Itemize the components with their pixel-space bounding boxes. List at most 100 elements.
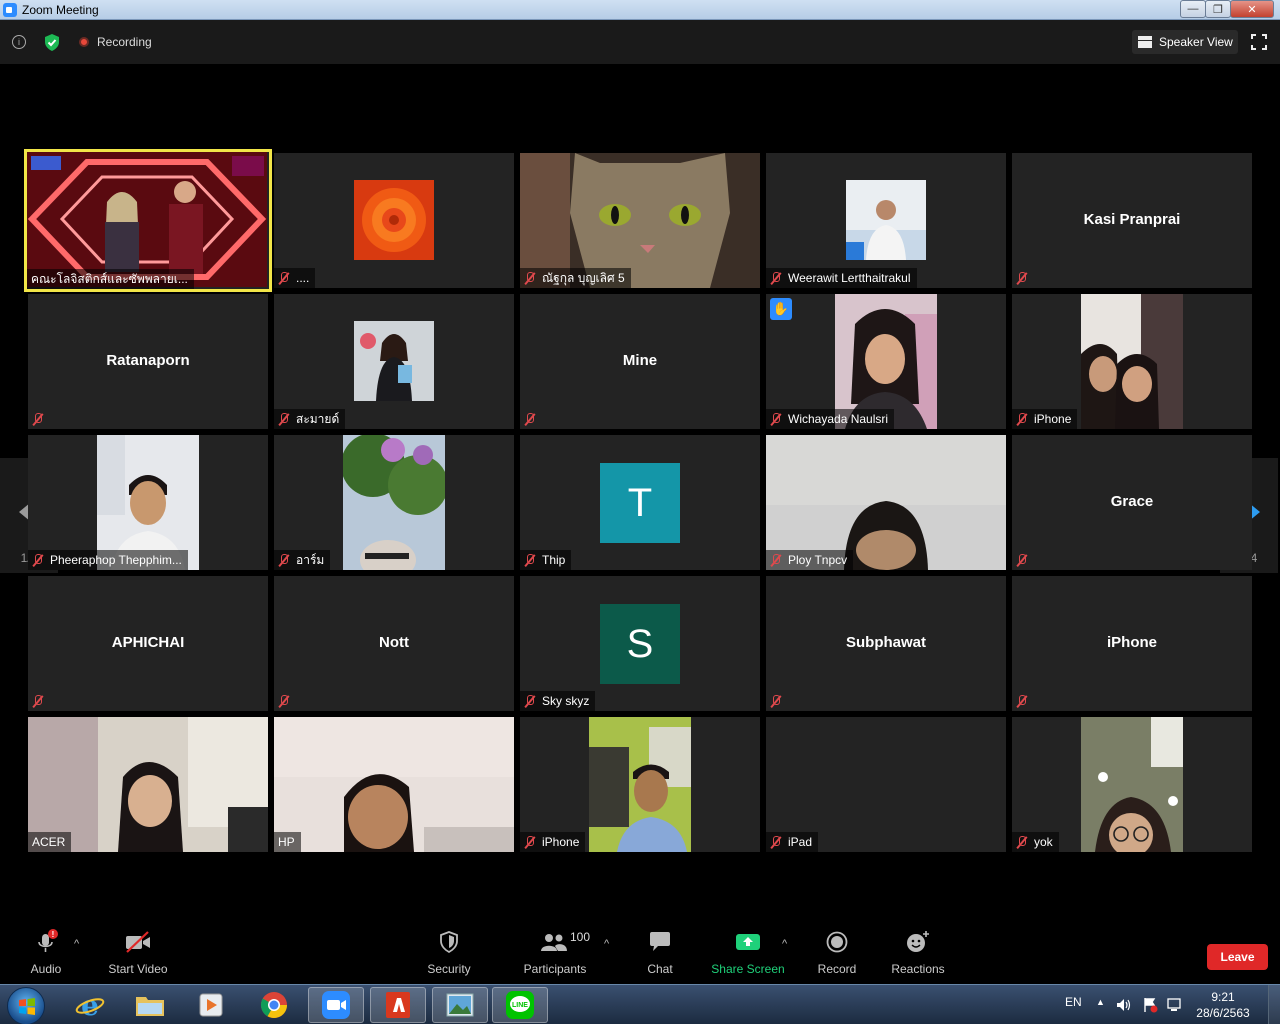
reactions-button[interactable]: Reactions bbox=[888, 928, 948, 976]
participant-tile[interactable]: Pheeraphop Thepphim... bbox=[28, 435, 268, 570]
volume-icon[interactable] bbox=[1116, 997, 1132, 1013]
participant-name: Sky skyz bbox=[542, 694, 590, 708]
participant-tile[interactable]: คณะโลจิสติกส์และซัพพลายเ... bbox=[24, 149, 272, 292]
participant-label bbox=[274, 691, 302, 711]
participant-label: .... bbox=[274, 268, 316, 288]
taskbar-file-explorer[interactable] bbox=[122, 987, 178, 1023]
start-button[interactable] bbox=[7, 987, 45, 1024]
participant-tile[interactable]: อาร์ม bbox=[274, 435, 514, 570]
close-button[interactable]: ✕ bbox=[1230, 0, 1274, 18]
muted-microphone-icon bbox=[524, 835, 536, 849]
network-icon[interactable] bbox=[1166, 997, 1182, 1013]
participant-name-display: Nott bbox=[379, 634, 409, 651]
participant-tile[interactable]: APHICHAI bbox=[28, 576, 268, 711]
participant-name-display: iPhone bbox=[1106, 634, 1157, 651]
folder-icon bbox=[136, 997, 164, 1016]
record-button[interactable]: Record bbox=[814, 928, 860, 976]
minimize-button[interactable]: — bbox=[1180, 0, 1206, 18]
participant-tile[interactable]: Kasi Pranprai bbox=[1012, 153, 1252, 288]
participant-tile[interactable]: HP bbox=[274, 717, 514, 852]
profile-photo-woman bbox=[354, 321, 434, 401]
show-desktop-button[interactable] bbox=[1268, 985, 1280, 1024]
participant-tile[interactable]: Grace bbox=[1012, 435, 1252, 570]
taskbar-media-player[interactable] bbox=[183, 987, 239, 1023]
audio-button[interactable]: ! Audio bbox=[26, 928, 66, 976]
windows-taskbar: e LINE EN ▲ 9:21 28/6/2563 bbox=[0, 984, 1280, 1024]
participant-tile[interactable]: T Thip bbox=[520, 435, 760, 570]
window-title: Zoom Meeting bbox=[22, 3, 99, 17]
participant-tile[interactable]: ณัฐกุล บุญเลิศ 5 bbox=[520, 153, 760, 288]
participant-tile[interactable]: .... bbox=[274, 153, 514, 288]
participant-tile[interactable]: iPhone bbox=[520, 717, 760, 852]
participant-tile[interactable]: Weerawit Lertthaitrakul bbox=[766, 153, 1006, 288]
security-shield-icon bbox=[440, 931, 458, 953]
window-controls: — ❐ ✕ bbox=[1180, 0, 1274, 18]
start-video-button[interactable]: Start Video bbox=[106, 928, 170, 976]
fullscreen-icon[interactable] bbox=[1251, 34, 1267, 50]
security-button[interactable]: Security bbox=[423, 928, 475, 976]
video-off-icon bbox=[126, 931, 150, 953]
muted-microphone-icon bbox=[32, 694, 44, 708]
muted-microphone-icon bbox=[770, 553, 782, 567]
muted-microphone-icon bbox=[524, 694, 536, 708]
participant-tile[interactable]: Mine bbox=[520, 294, 760, 429]
maximize-button[interactable]: ❐ bbox=[1205, 0, 1231, 18]
participant-name: Thip bbox=[542, 553, 566, 567]
taskbar-clock[interactable]: 9:21 28/6/2563 bbox=[1188, 989, 1258, 1021]
participant-tile[interactable]: Ploy Tnpcv bbox=[766, 435, 1006, 570]
participant-tile[interactable]: Nott bbox=[274, 576, 514, 711]
action-center-flag-icon[interactable] bbox=[1142, 997, 1158, 1013]
encryption-shield-icon[interactable] bbox=[44, 34, 60, 51]
participant-label: iPhone bbox=[520, 832, 586, 852]
participants-options-caret-icon[interactable]: ^ bbox=[604, 938, 609, 950]
clock-time: 9:21 bbox=[1211, 990, 1235, 1004]
participant-name: Weerawit Lertthaitrakul bbox=[788, 271, 911, 285]
participant-tile[interactable]: Ratanaporn bbox=[28, 294, 268, 429]
chat-button[interactable]: Chat bbox=[640, 928, 680, 976]
participant-label bbox=[1012, 268, 1040, 288]
input-language[interactable]: EN bbox=[1065, 995, 1082, 1009]
participant-name: อาร์ม bbox=[296, 553, 325, 567]
camera-video-feed bbox=[1081, 294, 1183, 429]
info-icon[interactable]: i bbox=[12, 35, 26, 49]
participant-label bbox=[766, 691, 794, 711]
muted-microphone-icon bbox=[524, 553, 536, 567]
muted-microphone-icon bbox=[1016, 271, 1028, 285]
participant-label: อาร์ม bbox=[274, 550, 331, 570]
participant-tile[interactable]: S Sky skyz bbox=[520, 576, 760, 711]
chrome-icon bbox=[260, 992, 288, 1019]
participant-name: yok bbox=[1034, 835, 1053, 849]
show-hidden-icons-icon[interactable]: ▲ bbox=[1096, 997, 1105, 1007]
taskbar-chrome[interactable] bbox=[246, 987, 302, 1023]
audio-options-caret-icon[interactable]: ^ bbox=[74, 938, 79, 950]
reactions-smiley-icon bbox=[907, 931, 929, 952]
participant-tile[interactable]: สะมายด์ bbox=[274, 294, 514, 429]
windows-logo-icon bbox=[19, 998, 35, 1015]
leave-meeting-button[interactable]: Leave bbox=[1207, 944, 1268, 970]
taskbar-photo-viewer[interactable] bbox=[432, 987, 488, 1023]
participant-tile[interactable]: iPhone bbox=[1012, 294, 1252, 429]
share-options-caret-icon[interactable]: ^ bbox=[782, 938, 787, 950]
participant-name: Pheeraphop Thepphim... bbox=[50, 553, 182, 567]
participant-tile[interactable]: Subphawat bbox=[766, 576, 1006, 711]
muted-microphone-icon bbox=[1016, 694, 1028, 708]
taskbar-internet-explorer[interactable]: e bbox=[62, 987, 118, 1023]
participant-tile[interactable]: iPad bbox=[766, 717, 1006, 852]
speaker-view-button[interactable]: Speaker View bbox=[1132, 30, 1238, 54]
share-screen-button[interactable]: Share Screen bbox=[710, 928, 786, 976]
speaker-view-label: Speaker View bbox=[1159, 35, 1233, 49]
participant-tile[interactable]: ✋ Wichayada Naulsri bbox=[766, 294, 1006, 429]
taskbar-zoom[interactable] bbox=[308, 987, 364, 1023]
start-video-label: Start Video bbox=[108, 962, 168, 976]
taskbar-line[interactable]: LINE bbox=[492, 987, 548, 1023]
participant-tile[interactable]: yok bbox=[1012, 717, 1252, 852]
line-messenger-icon: LINE bbox=[506, 991, 534, 1019]
muted-microphone-icon bbox=[32, 553, 44, 567]
muted-microphone-icon bbox=[1016, 553, 1028, 567]
participants-button[interactable]: 100 Participants bbox=[520, 928, 590, 976]
participant-tile[interactable]: iPhone bbox=[1012, 576, 1252, 711]
taskbar-pdf-reader[interactable] bbox=[370, 987, 426, 1023]
camera-video-feed bbox=[343, 435, 445, 570]
participant-tile[interactable]: ACER bbox=[28, 717, 268, 852]
raised-hand-icon: ✋ bbox=[770, 298, 792, 320]
